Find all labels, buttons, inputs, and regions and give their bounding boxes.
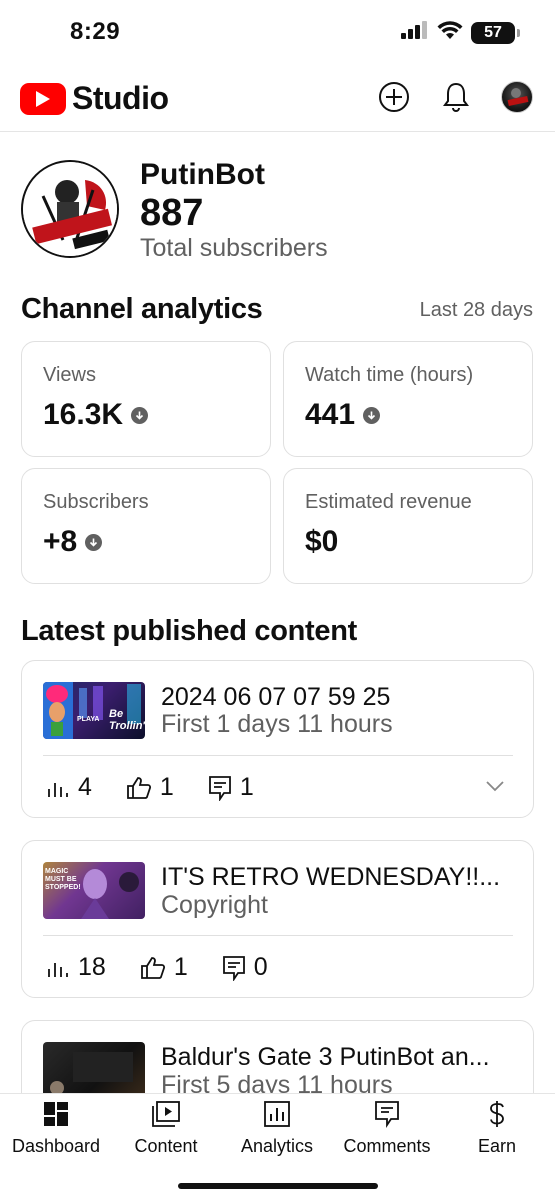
metric-card-revenue[interactable]: Estimated revenue $0 [283,468,533,584]
analytics-period[interactable]: Last 28 days [420,299,533,322]
bell-icon [443,82,469,112]
content-icon [152,1100,180,1128]
video-stats: 4 1 1 [46,773,288,802]
home-indicator [178,1183,378,1189]
thumbs-up-icon [127,776,151,799]
battery-icon: 57 [471,21,520,44]
analytics-icon [263,1100,291,1128]
nav-label: Dashboard [11,1136,101,1156]
status-icons: 57 [401,20,520,45]
signal-icon [401,21,429,44]
nav-item-comments[interactable]: Comments [332,1100,442,1157]
metric-value: 441 [305,398,381,432]
status-bar: 8:29 57 [0,0,555,64]
thumbnail-caption: MAGIC MUST BE STOPPED! [45,868,81,891]
comment-icon [208,775,231,801]
content-card[interactable]: MAGIC MUST BE STOPPED! IT'S RETRO WEDNES… [21,840,534,998]
analytics-heading: Channel analytics [21,293,263,325]
plus-circle-icon [379,82,409,112]
app-name: Studio [72,80,169,116]
comments-stat: 0 [222,953,268,982]
video-title: IT'S RETRO WEDNESDAY!!... [161,863,501,891]
metric-value: +8 [43,525,103,559]
status-time: 8:29 [70,18,121,45]
channel-name: PutinBot [140,158,265,191]
content-card[interactable]: PLAYA Be Trollin' 2024 06 07 07 59 25 Fi… [21,660,534,818]
video-thumbnail[interactable] [43,1042,145,1099]
comments-stat: 1 [208,773,254,802]
likes-stat: 1 [126,773,174,802]
trend-down-icon [131,406,149,424]
studio-logo[interactable]: Studio [20,80,169,117]
comments-icon [373,1100,401,1128]
video-thumbnail[interactable]: PLAYA Be Trollin' [43,682,145,739]
video-subtitle: First 1 days 11 hours [161,710,393,738]
metric-card-subscribers[interactable]: Subscribers +8 [21,468,271,584]
channel-avatar[interactable] [21,160,119,258]
thumbnail-brand: PLAYA [77,716,100,723]
views-stat: 4 [46,773,92,802]
nav-label: Earn [477,1136,517,1156]
metric-label: Watch time (hours) [305,364,474,386]
create-button[interactable] [377,80,411,114]
trend-down-icon [85,533,103,551]
video-thumbnail[interactable]: MAGIC MUST BE STOPPED! [43,862,145,919]
metric-label: Estimated revenue [305,491,472,513]
nav-label: Content [134,1136,198,1156]
earn-icon [483,1100,511,1128]
nav-item-earn[interactable]: Earn [442,1100,552,1157]
bar-chart-icon [48,782,68,797]
thumbnail-caption: Be Trollin' [109,708,145,732]
metric-card-views[interactable]: Views 16.3K [21,341,271,457]
bar-chart-icon [48,962,68,977]
views-stat: 18 [46,953,106,982]
metric-label: Views [43,364,96,386]
video-stats: 18 1 0 [46,953,302,982]
nav-item-analytics[interactable]: Analytics [222,1100,332,1157]
nav-item-dashboard[interactable]: Dashboard [1,1100,111,1157]
nav-label: Analytics [240,1136,314,1156]
metric-value: $0 [305,525,339,558]
nav-item-content[interactable]: Content [111,1100,221,1157]
metric-label: Subscribers [43,491,149,513]
wifi-icon [437,20,463,45]
dashboard-icon [42,1100,70,1128]
trend-down-icon [363,406,381,424]
subscriber-label: Total subscribers [140,234,328,262]
youtube-play-icon [20,82,66,115]
chevron-down-icon[interactable] [485,779,505,797]
notifications-button[interactable] [439,80,473,114]
video-title: Baldur's Gate 3 PutinBot an... [161,1043,490,1071]
divider [43,755,513,756]
likes-stat: 1 [140,953,188,982]
comment-icon [222,955,245,981]
video-subtitle: Copyright [161,891,268,919]
channel-summary: PutinBot 887 Total subscribers [21,158,531,268]
metric-card-watch-time[interactable]: Watch time (hours) 441 [283,341,533,457]
thumbs-up-icon [140,956,165,979]
metric-value: 16.3K [43,398,149,432]
latest-content-heading: Latest published content [21,615,357,647]
divider [43,935,513,936]
account-avatar[interactable] [501,81,533,113]
video-title: 2024 06 07 07 59 25 [161,683,391,711]
nav-label: Comments [343,1136,431,1156]
app-header: Studio [0,64,555,132]
subscriber-count: 887 [140,192,204,234]
